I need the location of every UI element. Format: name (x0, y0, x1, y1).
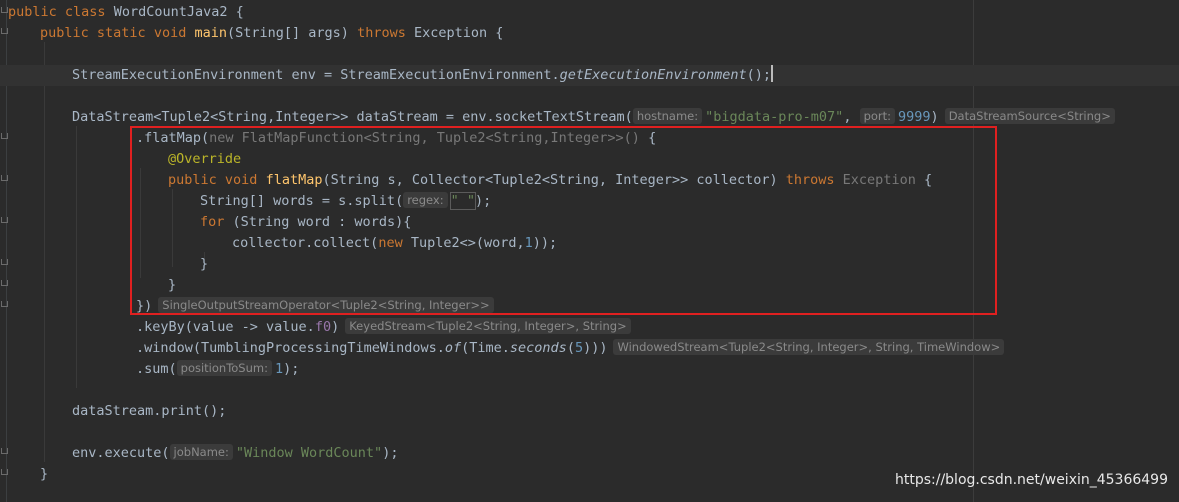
code-text: WordCountJava2 { (105, 4, 244, 20)
code-text: (String[] args) (227, 25, 358, 41)
code-text: .sum( (136, 361, 177, 377)
red-highlight-box (130, 126, 997, 315)
code-line: dataStream.print(); (72, 401, 226, 422)
code-text: } (40, 466, 49, 482)
fold-marker-icon[interactable] (1, 133, 8, 139)
code-text: ))) (583, 340, 608, 356)
fold-marker-icon[interactable] (1, 259, 8, 265)
method-name: main (194, 25, 228, 41)
code-text: (); (746, 67, 771, 83)
fold-marker-icon[interactable] (1, 469, 8, 475)
fold-marker-icon[interactable] (1, 301, 8, 307)
keyword: public (40, 25, 89, 41)
fold-marker-icon[interactable] (1, 280, 8, 286)
code-text: .window(TumblingProcessingTimeWindows. (136, 340, 445, 356)
code-line: env.execute(jobName: "Window WordCount"); (72, 443, 398, 464)
number-literal: 1 (274, 361, 284, 377)
method-call: of (444, 340, 462, 356)
watermark: https://blog.csdn.net/weixin_45366499 (894, 472, 1168, 488)
method-call: seconds (509, 340, 567, 356)
code-text: Exception { (405, 25, 504, 41)
fold-marker-icon[interactable] (1, 7, 8, 13)
fold-marker-icon[interactable] (1, 217, 8, 223)
keyword: throws (357, 25, 406, 41)
parameter-hint: port: (859, 108, 896, 124)
number-literal: 5 (574, 340, 584, 356)
parameter-hint: positionToSum: (176, 360, 272, 376)
keyword: void (153, 25, 187, 41)
code-text: ); (382, 445, 399, 461)
code-line: } (40, 464, 48, 485)
keyword: public (8, 4, 57, 20)
code-text: .keyBy(value -> value. (136, 319, 315, 335)
indent-guide (44, 42, 45, 462)
code-text: , (843, 109, 860, 125)
parameter-hint: jobName: (169, 444, 233, 460)
code-text: ) (930, 109, 939, 125)
keyword: static (96, 25, 146, 41)
code-text: ( (566, 340, 575, 356)
fold-marker-icon[interactable] (1, 175, 8, 181)
code-text: StreamExecutionEnvironment env = StreamE… (72, 67, 560, 83)
text-caret (771, 65, 773, 82)
field-reference: f0 (314, 319, 332, 335)
string-literal: "bigdata-pro-m07" (705, 109, 844, 125)
code-text: DataStream<Tuple2<String,Integer>> dataS… (72, 109, 633, 125)
code-editor[interactable]: public class WordCountJava2 { public sta… (0, 0, 1179, 502)
code-line: .sum(positionToSum: 1); (136, 359, 299, 380)
type-hint: DataStreamSource<String> (944, 108, 1115, 124)
method-call: getExecutionEnvironment (559, 67, 747, 83)
code-text: ); (283, 361, 300, 377)
number-literal: 9999 (898, 109, 931, 125)
indent-guide (76, 126, 77, 388)
string-literal: "Window WordCount" (235, 445, 383, 461)
code-line: public static void main(String[] args) t… (40, 23, 503, 44)
code-line: .keyBy(value -> value.f0) KeyedStream<Tup… (136, 317, 631, 338)
current-code-line: StreamExecutionEnvironment env = StreamE… (0, 65, 1179, 86)
parameter-hint: hostname: (632, 108, 703, 124)
code-text: env.execute( (72, 445, 170, 461)
fold-marker-icon[interactable] (1, 28, 8, 34)
code-text: ) (331, 319, 340, 335)
keyword: class (64, 4, 106, 20)
code-line: DataStream<Tuple2<String,Integer>> dataS… (72, 107, 1115, 128)
fold-marker-icon[interactable] (1, 448, 8, 454)
type-hint: KeyedStream<Tuple2<String, Integer>, Str… (345, 318, 631, 334)
type-hint: WindowedStream<Tuple2<String, Integer>, … (613, 339, 1005, 355)
code-line: .window(TumblingProcessingTimeWindows.of… (136, 338, 1005, 359)
code-text: dataStream.print(); (72, 403, 227, 419)
code-text: (Time. (461, 340, 510, 356)
code-line: public class WordCountJava2 { (8, 2, 244, 23)
